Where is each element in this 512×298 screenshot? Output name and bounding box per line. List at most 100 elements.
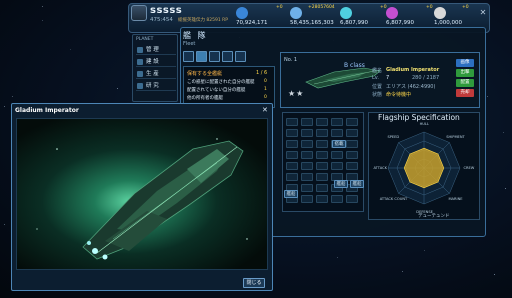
avatar[interactable] [131,5,147,21]
equipment-slot[interactable] [331,162,343,170]
equipment-slot[interactable] [301,151,313,159]
equipment-slot[interactable] [286,118,298,126]
fleet-subtitle: Fleet [183,41,196,47]
equipment-slot[interactable] [301,140,313,148]
ship-name: Gladium Imperator [386,67,440,73]
radar-axis-label: CREW [463,166,475,170]
crystal-icon [340,7,352,19]
close-button[interactable]: 閉じる [243,278,265,288]
equipment-slot[interactable] [346,151,358,159]
load-button[interactable]: 搭載 [332,140,346,148]
star [502,131,504,133]
resource-population-value: 1,000,000 [434,20,462,26]
info-count: 1 / 6 [256,70,268,76]
equipment-slot[interactable] [331,195,343,203]
sortie-button[interactable]: 出撃 [456,69,474,77]
ship-stars: ★★ [288,89,305,98]
equipment-slot[interactable] [301,184,313,192]
person-icon [434,7,446,19]
ship-class: B class [344,62,365,69]
equipment-slot[interactable] [316,195,328,203]
equipment-slot[interactable] [301,162,313,170]
build-icon [137,59,143,65]
ship-position: エリアス (462:4990) [386,84,436,90]
equipment-slot[interactable] [346,195,358,203]
info-row-label: 配置されていない自分の艦艇 [187,88,246,93]
tab-fleet-1[interactable] [183,51,194,62]
sidebar-item-research[interactable]: 研 究 [136,81,176,91]
equipment-slot[interactable] [316,118,328,126]
fleet-title: 艦 隊 [183,31,208,40]
close-icon[interactable]: ✕ [478,8,488,18]
equipment-slot[interactable] [316,129,328,137]
equipment-slot[interactable] [316,184,328,192]
sidebar-item-manage[interactable]: 管 理 [136,45,176,55]
equipment-slot[interactable] [316,162,328,170]
equipment-slot[interactable] [331,118,343,126]
equipment-slot[interactable] [331,129,343,137]
credit-icon [236,7,248,19]
equipment-slot[interactable] [301,118,313,126]
ship-status: 命令待機中 [386,92,412,98]
sell-button[interactable]: 売却 [456,89,474,97]
equipment-slot[interactable] [316,151,328,159]
info-row-value: 0 [264,79,267,84]
ship-level-label: Lv. [372,75,379,81]
equipment-slot[interactable] [286,151,298,159]
deploy-button[interactable]: 配置 [456,79,474,87]
equipment-slot[interactable] [286,162,298,170]
radar-axis-label: SHIPMENT [446,134,465,139]
ship-number: No. 1 [284,57,298,63]
equipment-slot[interactable] [286,140,298,148]
resource-crystal-value: 6,807,990 [340,20,368,26]
rank-text: 総援英雄伝力 82591 RP [178,18,229,23]
gas-icon [386,7,398,19]
ship-position-label: 位置 [372,84,383,90]
equipment-slot[interactable] [301,195,313,203]
image-button[interactable]: 画像 [456,59,474,67]
radar-axis-label: ATTACK COUNT [379,197,408,202]
radar-value-area [403,147,445,189]
star [401,270,403,272]
sidebar-item-label: 生 産 [146,71,159,77]
equipment-slot[interactable] [301,129,313,137]
username: sssss [150,5,183,16]
ship-button-2[interactable]: 艦船 [334,180,348,188]
ship-illustration [36,138,248,260]
resource-metal-plus: +28057604 [308,5,335,10]
star [69,48,71,50]
ship-button-1[interactable]: 艦船 [284,190,298,198]
equipment-slot[interactable] [346,140,358,148]
ship-button-3[interactable]: 艦船 [350,180,364,188]
info-row-label: この惑星に配置された自分の艦艇 [187,80,255,85]
sidebar-item-build[interactable]: 建 設 [136,57,176,67]
tab-fleet-2[interactable] [196,51,207,62]
radar-axis-label: MARINE [448,197,463,202]
equipment-slot[interactable] [286,129,298,137]
equipment-slot[interactable] [346,162,358,170]
resource-crystal-plus: +0 [380,5,387,10]
resource-gas-value: 6,807,990 [386,20,414,26]
manage-icon [137,47,143,53]
equipment-slot[interactable] [346,118,358,126]
equipment-slot[interactable] [286,173,298,181]
sidebar-item-label: 研 究 [146,83,159,89]
equipment-slot[interactable] [346,129,358,137]
resource-metal-value: 58,435,165,303 [290,20,334,26]
resource-credits-value: 70,924,171 [236,20,268,26]
tab-fleet-5[interactable] [235,51,246,62]
equipment-slot[interactable] [316,140,328,148]
info-row-value: 0 [264,95,267,100]
sidebar-heading: PLANET [136,37,154,42]
equipment-slot[interactable] [316,173,328,181]
tab-fleet-4[interactable] [222,51,233,62]
star [504,188,506,189]
spec-footer: デューテュンド [418,214,450,219]
equipment-slot[interactable] [331,151,343,159]
viewer-close-icon[interactable]: ✕ [262,106,268,114]
resource-credits-plus: +0 [276,5,283,10]
spec-title: Flagship Specification [378,113,460,122]
sidebar-item-produce[interactable]: 生 産 [136,69,176,79]
equipment-slot[interactable] [301,173,313,181]
tab-fleet-3[interactable] [209,51,220,62]
